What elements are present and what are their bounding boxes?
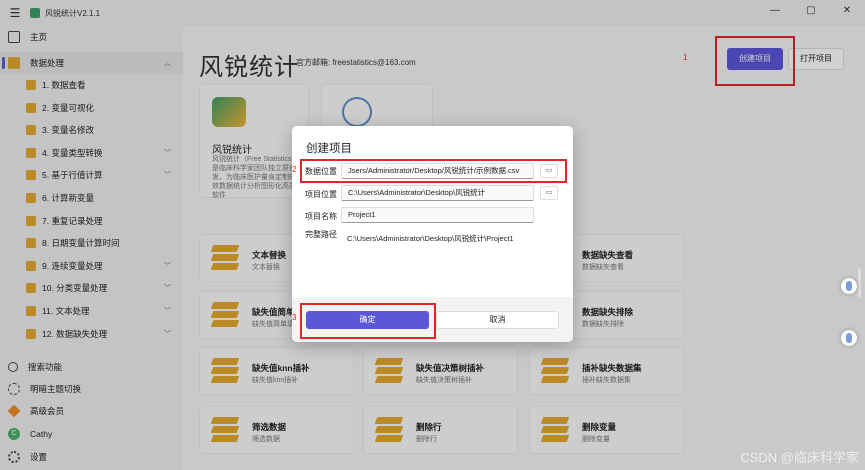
project-name-label: 项目名称: [305, 212, 337, 221]
scroll-down-knob[interactable]: [841, 330, 857, 346]
annotation-highlight: [300, 303, 436, 339]
cancel-button[interactable]: 取消: [436, 311, 559, 329]
project-name-input[interactable]: Project1: [341, 207, 534, 223]
project-location-label: 项目位置: [305, 190, 337, 199]
folder-icon[interactable]: ▭: [540, 186, 558, 200]
full-path-label: 完整路径: [305, 230, 337, 239]
scroll-track[interactable]: [858, 268, 861, 298]
annotation-number: 3: [292, 313, 297, 322]
full-path-value: C:\Users\Administrator\Desktop\风锐统计\Proj…: [347, 234, 514, 243]
project-location-input[interactable]: C:\Users\Administrator\Desktop\风锐统计: [341, 185, 534, 201]
dialog-title: 创建项目: [306, 143, 352, 155]
scroll-up-knob[interactable]: [841, 278, 857, 294]
annotation-highlight: [300, 159, 567, 183]
watermark: CSDN @临床科学家: [740, 450, 859, 465]
annotation-number: 2: [292, 165, 297, 174]
